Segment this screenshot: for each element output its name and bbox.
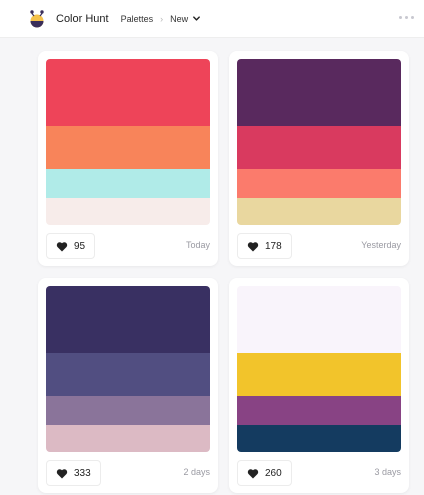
like-count: 178 xyxy=(265,240,282,252)
palette-date: Yesterday xyxy=(361,240,401,250)
more-dot xyxy=(399,16,402,19)
heart-icon xyxy=(247,468,259,478)
like-count: 95 xyxy=(74,240,86,252)
color-swatch[interactable] xyxy=(46,353,210,396)
palette-date: 3 days xyxy=(374,467,401,477)
color-swatch[interactable] xyxy=(237,169,401,198)
palette-card[interactable]: 95 Today xyxy=(38,51,218,266)
breadcrumb-palettes[interactable]: Palettes xyxy=(121,14,154,24)
palette-card[interactable]: 178 Yesterday xyxy=(229,51,409,266)
color-swatch[interactable] xyxy=(46,286,210,353)
color-swatch[interactable] xyxy=(46,59,210,126)
palette-swatches[interactable] xyxy=(46,59,210,225)
color-swatch[interactable] xyxy=(46,425,210,452)
sort-label: New xyxy=(170,13,189,24)
palette-date: Today xyxy=(185,240,210,250)
palette-card[interactable]: 260 3 days xyxy=(229,278,409,493)
like-button[interactable]: 178 xyxy=(237,233,292,259)
color-swatch[interactable] xyxy=(46,126,210,169)
like-button[interactable]: 95 xyxy=(46,233,96,259)
palette-swatches[interactable] xyxy=(46,286,210,452)
palette-swatches[interactable] xyxy=(237,59,401,225)
color-swatch[interactable] xyxy=(237,353,401,396)
breadcrumb-separator: › xyxy=(160,13,164,24)
heart-icon xyxy=(247,241,259,251)
like-button[interactable]: 260 xyxy=(237,460,292,486)
color-swatch[interactable] xyxy=(237,425,401,452)
more-dot xyxy=(411,16,414,19)
palette-swatches[interactable] xyxy=(237,286,401,452)
sort-dropdown[interactable]: New xyxy=(170,14,201,24)
brand-name[interactable]: Color Hunt xyxy=(56,13,109,25)
palette-date: 2 days xyxy=(183,467,210,477)
like-button[interactable]: 333 xyxy=(46,460,101,486)
color-swatch[interactable] xyxy=(237,198,401,225)
color-swatch[interactable] xyxy=(46,198,210,225)
palette-card[interactable]: 333 2 days xyxy=(38,278,218,493)
color-swatch[interactable] xyxy=(237,396,401,425)
color-swatch[interactable] xyxy=(46,396,210,425)
heart-icon xyxy=(56,468,68,478)
color-swatch[interactable] xyxy=(237,126,401,169)
color-hunt-logo-icon[interactable] xyxy=(26,8,48,30)
like-count: 260 xyxy=(265,467,282,479)
more-dot xyxy=(405,16,408,19)
color-swatch[interactable] xyxy=(46,169,210,198)
heart-icon xyxy=(56,241,68,251)
like-count: 333 xyxy=(74,467,91,479)
top-bar: Color Hunt Palettes › New xyxy=(0,0,424,38)
color-swatch[interactable] xyxy=(237,286,401,353)
chevron-down-icon xyxy=(193,16,201,21)
color-swatch[interactable] xyxy=(237,59,401,126)
more-dots-icon[interactable] xyxy=(399,16,414,19)
